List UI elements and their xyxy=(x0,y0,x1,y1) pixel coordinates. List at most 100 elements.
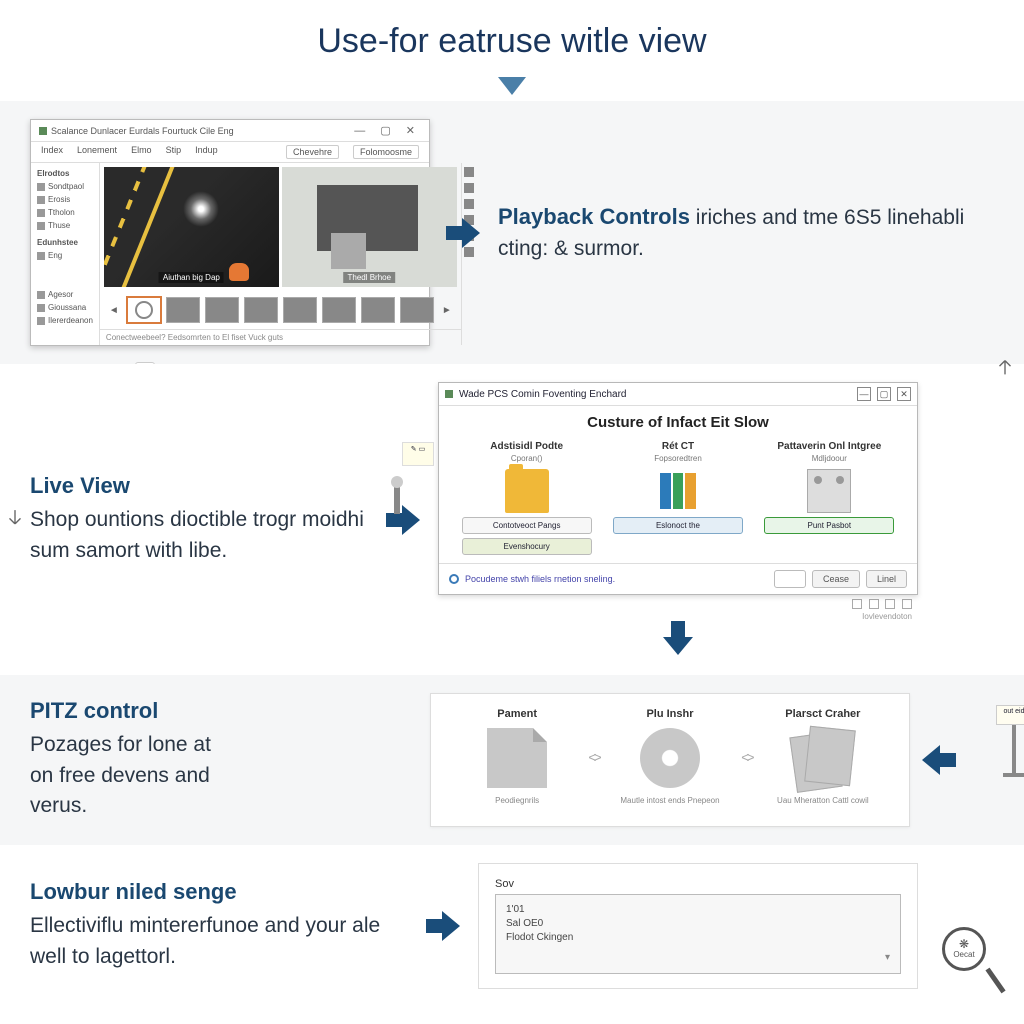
folder-icon xyxy=(37,196,45,204)
chevron-icon: <> xyxy=(741,749,751,765)
blank-button[interactable] xyxy=(774,570,806,588)
view-caption: Aiuthan big Dap xyxy=(159,272,224,283)
view-caption: Thedl Brhoe xyxy=(343,272,395,283)
dropdown-field[interactable]: 1'01 Sal OE0 Flodot Ckingen ▾ xyxy=(495,894,901,974)
wizard-window: Wade PCS Comin Foventing Enchard — ▢ ✕ C… xyxy=(438,382,918,595)
connection-panel: Sov 1'01 Sal OE0 Flodot Ckingen ▾ xyxy=(478,863,918,989)
page-heading: Use-for eatruse witle view xyxy=(0,0,1024,77)
menu-item[interactable]: Elmo xyxy=(131,145,152,159)
prev-icon[interactable]: ◄ xyxy=(106,305,122,316)
window-title: Wade PCS Comin Foventing Enchard xyxy=(459,389,627,400)
option-subtitle: Cporan() xyxy=(462,454,592,463)
thumbnail[interactable] xyxy=(400,297,434,323)
tool-icon[interactable] xyxy=(464,167,474,177)
sidebar-item[interactable]: Gioussana xyxy=(35,301,95,314)
window-controls[interactable]: — ▢ ✕ xyxy=(354,124,421,137)
tool-icon[interactable] xyxy=(852,599,862,609)
signpost-icon: out eid xyxy=(996,705,1024,777)
sidebar-item[interactable]: Thuse xyxy=(35,219,95,232)
arrow-right-icon xyxy=(446,218,482,248)
option-button[interactable]: Eslonoct the xyxy=(613,517,743,534)
footer-button[interactable]: Linel xyxy=(866,570,907,588)
thumbnail[interactable] xyxy=(361,297,395,323)
sidebar-item[interactable]: Sondtpaol xyxy=(35,180,95,193)
menu-item[interactable]: Indup xyxy=(195,145,218,159)
folder-icon xyxy=(37,252,45,260)
asset-title: Plu Inshr xyxy=(605,708,735,720)
sidebar-item[interactable]: Erosis xyxy=(35,193,95,206)
wizard-option[interactable]: Adstisidl Podte Cporan() Contotveoct Pan… xyxy=(462,441,592,555)
section-lowbur: Lowbur niled senge Ellectiviflu minterer… xyxy=(0,845,1024,1007)
tool-icon[interactable] xyxy=(464,199,474,209)
feature-body: Ellectiviflu mintererfunoe and your ale … xyxy=(30,911,410,972)
thumbnail[interactable] xyxy=(322,297,356,323)
menu-item[interactable]: Stip xyxy=(166,145,182,159)
field-label: Sov xyxy=(495,878,901,890)
sticky-note-icon: ✎ ▭ xyxy=(402,442,434,466)
thumbnail[interactable] xyxy=(283,297,317,323)
right-toolbar xyxy=(461,163,476,345)
arrow-right-icon xyxy=(386,505,422,535)
tool-icon[interactable] xyxy=(902,599,912,609)
sidebar-group: Elrodtos xyxy=(35,167,95,180)
chevron-down-icon[interactable]: ▾ xyxy=(506,951,890,965)
thumbnail[interactable] xyxy=(205,297,239,323)
menubar[interactable]: Index Lonement Elmo Stip Indup Chevehre … xyxy=(31,142,429,163)
minimize-icon[interactable]: — xyxy=(857,387,871,401)
tool-icon[interactable] xyxy=(464,183,474,193)
gear-icon xyxy=(37,317,45,325)
section-live-view: Live View Shop ountions dioctible trogr … xyxy=(0,364,1024,675)
footer-button[interactable]: Cease xyxy=(812,570,860,588)
asset-column[interactable]: Plarsct Craher Uau Mheratton Cattl cowil xyxy=(758,708,888,806)
option-button[interactable]: Punt Pasbot xyxy=(764,517,894,534)
asset-caption: Peodiegnrils xyxy=(452,796,582,806)
app-icon xyxy=(39,127,47,135)
toolbar-chip[interactable]: Folomoosme xyxy=(353,145,419,159)
window-controls[interactable]: — ▢ ✕ xyxy=(857,387,911,401)
folder-icon xyxy=(505,469,549,513)
sidebar-item[interactable]: Ilererdeanon xyxy=(35,314,95,327)
camera-view-2[interactable]: Thedl Brhoe xyxy=(282,167,457,287)
toolbar-chip[interactable]: Chevehre xyxy=(286,145,339,159)
next-icon[interactable]: ► xyxy=(439,305,455,316)
wizard-option[interactable]: Rét CT Fopsoredtren Eslonoct the xyxy=(613,441,743,555)
chevron-icon: <> xyxy=(588,749,598,765)
gear-icon xyxy=(37,304,45,312)
window-title: Scalance Dunlacer Eurdals Fourtuck Cile … xyxy=(51,126,234,136)
menu-item[interactable]: Lonement xyxy=(77,145,117,159)
magnifier-label: Oecat xyxy=(953,950,974,959)
feature-body: Shop ountions dioctible trogr moidhi sum… xyxy=(30,505,370,566)
cards-icon xyxy=(793,728,853,788)
thumbnail[interactable] xyxy=(166,297,200,323)
sidebar-item[interactable]: Eng xyxy=(35,249,95,262)
asset-panel: Pament Peodiegnrils <> Plu Inshr Mautle … xyxy=(430,693,910,827)
sidebar-item[interactable]: Agesor xyxy=(35,288,95,301)
field-line: 1'01 xyxy=(506,903,890,917)
option-title: Rét CT xyxy=(613,441,743,452)
arrow-right-icon xyxy=(426,911,462,941)
asset-column[interactable]: Plu Inshr Mautle intost ends Pnepeon xyxy=(605,708,735,806)
section-pitz-control: PITZ control Pozages for lone at on free… xyxy=(0,675,1024,845)
menu-item[interactable]: Index xyxy=(41,145,63,159)
thumbnail[interactable] xyxy=(244,297,278,323)
feature-title: PITZ control xyxy=(30,698,230,724)
maximize-icon[interactable]: ▢ xyxy=(877,387,891,401)
folder-icon xyxy=(37,209,45,217)
option-subtitle: Fopsoredtren xyxy=(613,454,743,463)
asset-caption: Mautle intost ends Pnepeon xyxy=(605,796,735,806)
camera-view-1[interactable]: Aiuthan big Dap xyxy=(104,167,279,287)
thumbnail[interactable] xyxy=(127,297,161,323)
wizard-option[interactable]: Pattaverin Onl Intgree Mdljdoour Punt Pa… xyxy=(764,441,894,555)
option-button[interactable]: Contotveoct Pangs xyxy=(462,517,592,534)
asset-column[interactable]: Pament Peodiegnrils xyxy=(452,708,582,806)
tool-icon[interactable] xyxy=(869,599,879,609)
asset-caption: Uau Mheratton Cattl cowil xyxy=(758,796,888,806)
folder-icon xyxy=(37,222,45,230)
tool-icon[interactable] xyxy=(885,599,895,609)
tool-icon[interactable] xyxy=(464,247,474,257)
field-line: Flodot Ckingen xyxy=(506,931,890,945)
feature-title: Live View xyxy=(30,473,370,499)
sidebar-item[interactable]: Ttholon xyxy=(35,206,95,219)
close-icon[interactable]: ✕ xyxy=(897,387,911,401)
option-button[interactable]: Evenshocury xyxy=(462,538,592,555)
